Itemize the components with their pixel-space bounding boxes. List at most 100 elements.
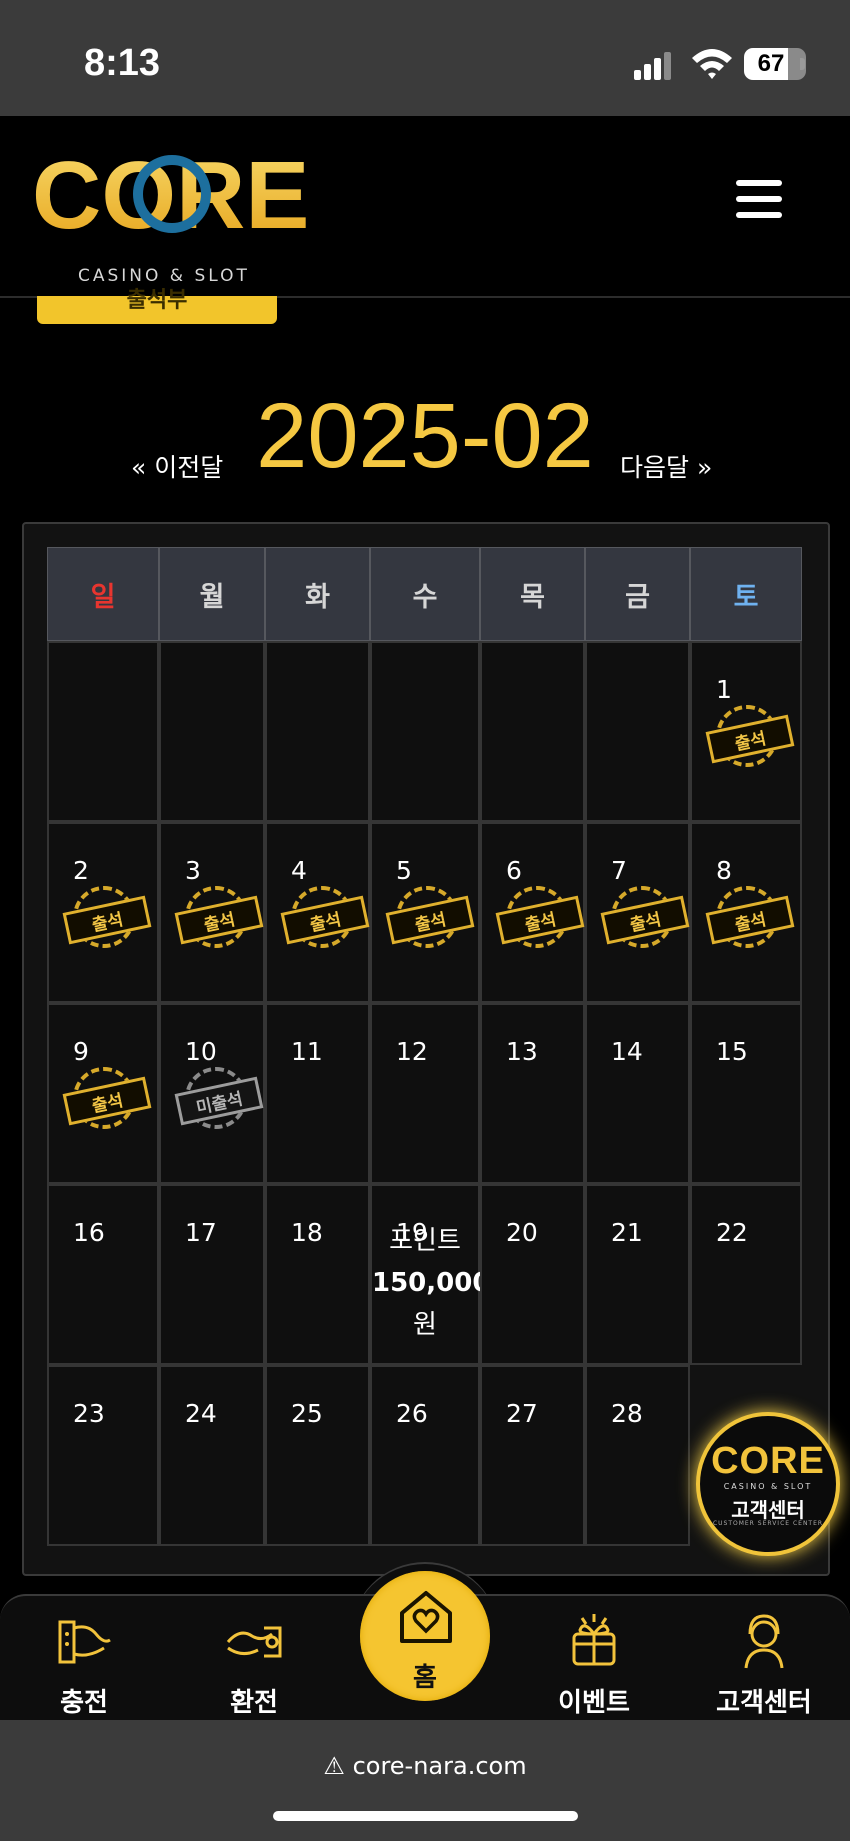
warning-icon: ⚠ (323, 1752, 353, 1780)
cs-logo: CORE (711, 1440, 825, 1482)
attendance-stamp-icon: 출석 (62, 1067, 152, 1137)
nav-home-button[interactable]: 홈 (360, 1571, 490, 1701)
attendance-stamp-icon: 출석 (600, 886, 690, 956)
nav-deposit[interactable]: 충전 (24, 1614, 144, 1719)
day-number: 27 (506, 1399, 538, 1428)
cs-label: 고객센터 (731, 1498, 805, 1522)
nav-home-label: 홈 (413, 1663, 437, 1693)
empty-day-cell (47, 641, 159, 822)
day-cell[interactable]: 1 출석 (690, 641, 802, 822)
day-cell[interactable]: 14 (585, 1003, 690, 1184)
empty-day-cell (480, 641, 585, 822)
weekday-mon: 월 (159, 547, 265, 641)
weekday-thu: 목 (480, 547, 585, 641)
day-cell[interactable]: 11 (265, 1003, 370, 1184)
day-number: 2 (73, 856, 89, 885)
attendance-stamp-icon: 출석 (705, 705, 795, 775)
withdraw-icon (226, 1626, 282, 1658)
day-number: 26 (396, 1399, 428, 1428)
home-indicator[interactable] (273, 1811, 578, 1821)
day-number: 18 (291, 1218, 323, 1247)
weekday-sat: 토 (690, 547, 802, 641)
attendance-calendar: 일 월 화 수 목 금 토 1 출석 2 출석 3 출석 4 출석 5 출석 6 출석 7 출석 8 출석 9 출… (47, 547, 802, 1548)
nav-support[interactable]: 고객센터 (704, 1614, 824, 1719)
day-number: 22 (716, 1218, 748, 1247)
day-number: 25 (291, 1399, 323, 1428)
day-cell[interactable]: 2 출석 (47, 822, 159, 1003)
day-cell[interactable]: 21 (585, 1184, 690, 1365)
day-number: 17 (185, 1218, 217, 1247)
site-logo[interactable]: CORE CASINO & SLOT (32, 142, 312, 286)
browser-address-bar[interactable]: ⚠ core-nara.com (0, 1720, 850, 1841)
empty-day-cell (585, 641, 690, 822)
nav-event[interactable]: 이벤트 (534, 1614, 654, 1719)
day-number: 9 (73, 1037, 89, 1066)
battery-level: 67 (757, 50, 785, 77)
headset-icon (744, 1614, 784, 1669)
status-bar: 8:13 67 (0, 0, 850, 116)
day-cell[interactable]: 16 (47, 1184, 159, 1365)
day-cell[interactable]: 6 출석 (480, 822, 585, 1003)
nav-support-label: 고객센터 (716, 1688, 812, 1718)
logo-wordmark: CORE (32, 142, 309, 249)
day-number: 24 (185, 1399, 217, 1428)
day-number: 16 (73, 1218, 105, 1247)
empty-day-cell (159, 641, 265, 822)
day-cell[interactable]: 8 출석 (690, 822, 802, 1003)
day-cell[interactable]: 3 출석 (159, 822, 265, 1003)
gift-icon (572, 1614, 616, 1666)
next-month-link[interactable]: 다음달 » (620, 448, 712, 484)
day-cell[interactable]: 15 (690, 1003, 802, 1184)
day-number: 8 (716, 856, 732, 885)
day-cell[interactable]: 18 (265, 1184, 370, 1365)
battery-icon: 67 (744, 48, 806, 84)
attendance-stamp-icon: 출석 (62, 886, 152, 956)
day-cell[interactable]: 20 (480, 1184, 585, 1365)
day-cell[interactable]: 19 포인트 150,000 원 (370, 1184, 491, 1365)
day-number: 13 (506, 1037, 538, 1066)
day-number: 10 (185, 1037, 217, 1066)
empty-day-cell (265, 641, 370, 822)
home-heart-icon (400, 1591, 452, 1643)
signal-icon (634, 52, 671, 80)
customer-center-floating-button[interactable]: CORE CASINO & SLOT 고객센터 CUSTOMER SERVICE… (696, 1412, 840, 1556)
day-number: 20 (506, 1218, 538, 1247)
day-number: 6 (506, 856, 522, 885)
day-cell[interactable]: 13 (480, 1003, 585, 1184)
attendance-tab-button[interactable]: 출석부 (37, 288, 277, 324)
day-cell[interactable]: 22 (690, 1184, 802, 1365)
day-cell[interactable]: 28 (585, 1365, 690, 1546)
day-cell[interactable]: 27 (480, 1365, 585, 1546)
nav-deposit-label: 충전 (60, 1688, 108, 1718)
day-cell[interactable]: 5 출석 (370, 822, 480, 1003)
day-cell[interactable]: 7 출석 (585, 822, 690, 1003)
attendance-stamp-icon: 출석 (280, 886, 370, 956)
day-cell[interactable]: 9 출석 (47, 1003, 159, 1184)
day-cell[interactable]: 26 (370, 1365, 480, 1546)
day-cell[interactable]: 4 출석 (265, 822, 370, 1003)
day-cell[interactable]: 25 (265, 1365, 370, 1546)
day-cell[interactable]: 10 미출석 (159, 1003, 265, 1184)
attendance-tab-label: 출석부 (126, 288, 188, 313)
day-number: 15 (716, 1037, 748, 1066)
day-number: 11 (291, 1037, 323, 1066)
day-cell[interactable]: 24 (159, 1365, 265, 1546)
day-cell[interactable]: 17 (159, 1184, 265, 1365)
day-cell[interactable]: 23 (47, 1365, 159, 1546)
wifi-icon (692, 49, 732, 79)
day-number: 28 (611, 1399, 643, 1428)
hamburger-menu-icon[interactable] (736, 180, 782, 218)
point-reward-text: 포인트 150,000 원 (372, 1226, 491, 1340)
absent-stamp-icon: 미출석 (174, 1067, 264, 1137)
day-number: 1 (716, 675, 732, 704)
cs-foot: CUSTOMER SERVICE CENTER (712, 1520, 824, 1527)
empty-day-cell (370, 641, 480, 822)
day-number: 12 (396, 1037, 428, 1066)
weekday-tue: 화 (265, 547, 370, 641)
nav-withdraw[interactable]: 환전 (194, 1614, 314, 1719)
weekday-sun: 일 (47, 547, 159, 641)
day-number: 5 (396, 856, 412, 885)
day-cell[interactable]: 12 (370, 1003, 480, 1184)
url-text: ⚠ core-nara.com (323, 1752, 527, 1780)
day-number: 21 (611, 1218, 643, 1247)
